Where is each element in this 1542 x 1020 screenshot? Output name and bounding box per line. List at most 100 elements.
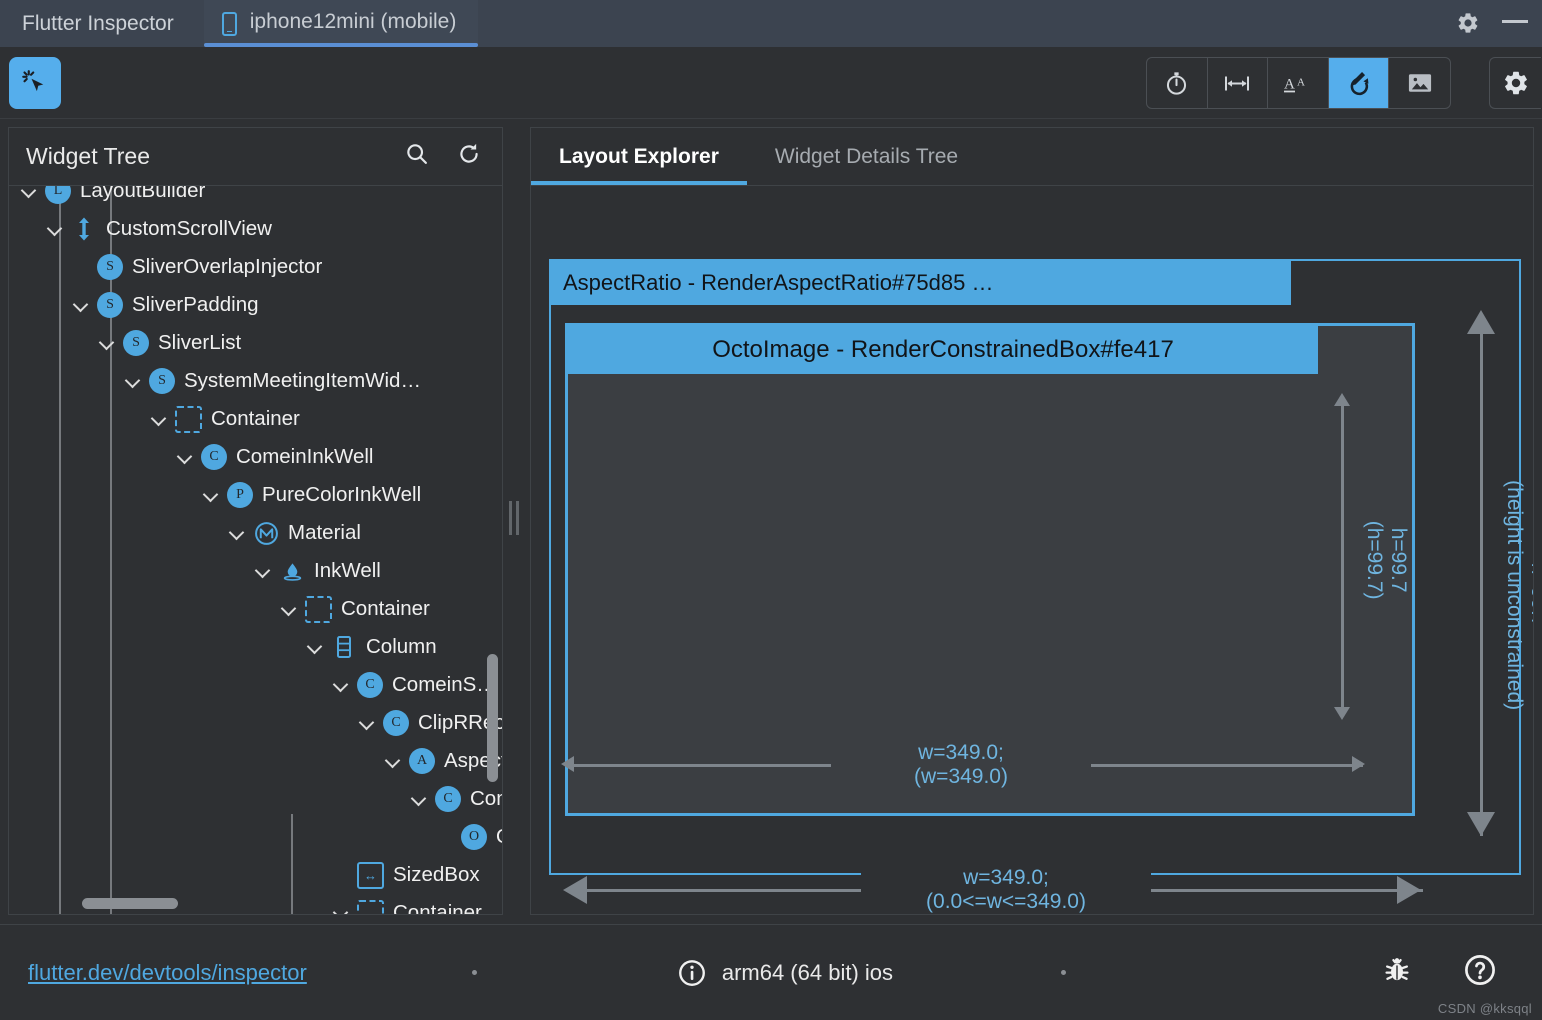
chevron-down-icon[interactable] (333, 676, 351, 694)
tab-layout-explorer[interactable]: Layout Explorer (531, 128, 747, 185)
window-minimize-icon[interactable] (1502, 19, 1528, 23)
tree-row-label: SliverOverlapInjector (132, 255, 323, 278)
window-gear-icon[interactable] (1456, 11, 1480, 35)
tree-row-inkwell[interactable]: InkWell (9, 552, 381, 590)
performance-overlay-button[interactable] (1147, 58, 1208, 108)
chevron-down-icon[interactable] (411, 790, 429, 808)
chevron-down-icon[interactable] (47, 220, 65, 238)
device-info-label: arm64 (64 bit) ios (721, 959, 894, 985)
tree-row-label: SizedBox (393, 863, 480, 886)
status-separator-dot (1061, 970, 1067, 975)
tab-widget-details-tree[interactable]: Widget Details Tree (747, 128, 986, 185)
settings-gear-button[interactable] (1490, 58, 1541, 108)
help-icon[interactable] (1463, 953, 1497, 992)
circle-L-icon: L (45, 186, 71, 204)
tree-row-sliverpadding[interactable]: S SliverPadding (9, 286, 259, 324)
tree-row-container[interactable]: Container (9, 590, 430, 628)
tree-row-comeininkwell[interactable]: C ComeinInkWell (9, 438, 373, 476)
chevron-down-icon[interactable] (255, 562, 273, 580)
phone-icon (221, 11, 237, 36)
tree-row-purecolorinkwell[interactable]: P PureColorInkWell (9, 476, 421, 514)
status-bar: flutter.dev/devtools/inspector arm64 (64… (0, 924, 1542, 1020)
app-title: Flutter Inspector (22, 12, 174, 35)
chevron-down-icon[interactable] (21, 186, 39, 200)
inner-width-label-line2: (w=349.0) (914, 765, 1008, 789)
outer-height-label-line1: h=99.7 (1527, 562, 1533, 628)
chevron-down-icon[interactable] (73, 296, 91, 314)
tree-row-container[interactable]: Container (9, 894, 482, 914)
devtools-docs-link[interactable]: flutter.dev/devtools/inspector (28, 960, 307, 986)
tree-row-sizedbox[interactable]: ↔ SizedBox (9, 856, 480, 894)
device-tab-iphone12mini[interactable]: iphone12mini (mobile) (203, 0, 479, 47)
tree-row-column[interactable]: Column (9, 628, 437, 666)
tree-row-systemmeetingitemwid[interactable]: S SystemMeetingItemWid… (9, 362, 421, 400)
tree-row-octoi[interactable]: O OctoI (9, 818, 502, 856)
repaint-rainbow-button[interactable] (1328, 58, 1390, 108)
chevron-down-icon[interactable] (385, 752, 403, 770)
aspect-ratio-node-title[interactable]: AspectRatio - RenderAspectRatio#75d85 … (551, 261, 1291, 305)
chevron-down-icon[interactable] (177, 448, 195, 466)
chevron-down-icon[interactable] (99, 334, 117, 352)
tree-row-container[interactable]: Container (9, 400, 300, 438)
tree-row-sliveroverlapinjector[interactable]: S SliverOverlapInjector (9, 248, 322, 286)
tree-row-comeins[interactable]: C ComeinS… (9, 666, 497, 704)
widget-tree-body[interactable]: L LayoutBuilder CustomScrollView S SliverOve… (9, 186, 502, 914)
chevron-down-icon[interactable] (307, 638, 325, 656)
material-icon (253, 520, 279, 546)
chevron-down-icon[interactable] (151, 410, 169, 428)
tree-row-spacer (333, 866, 351, 884)
chevron-down-icon[interactable] (333, 904, 351, 914)
tree-row-label: ComeinInkWell (236, 445, 374, 468)
tree-row-cliprrect[interactable]: C ClipRRect (9, 704, 502, 742)
image-placeholder-icon (1408, 74, 1431, 92)
tree-row-label: Comeir (470, 787, 502, 810)
tree-row-material[interactable]: Material (9, 514, 361, 552)
image-placeholder-button[interactable] (1389, 58, 1450, 108)
widget-tree-title: Widget Tree (26, 143, 150, 169)
text-size-icon: A A (1283, 76, 1305, 92)
inner-height-label-line2: (h=99.7) (1363, 520, 1386, 600)
inkwell-droplet-icon (279, 558, 305, 584)
tree-row-layoutbuilder[interactable]: L LayoutBuilder (9, 186, 205, 210)
refresh-icon[interactable] (456, 141, 482, 172)
chevron-down-icon[interactable] (281, 600, 299, 618)
inner-width-label-line1: w=349.0; (918, 741, 1004, 764)
repaint-rainbow-icon (1350, 72, 1369, 96)
baseline-guides-button[interactable] (1208, 58, 1269, 108)
tree-row-comeir[interactable]: C Comeir (9, 780, 502, 818)
octoimage-node-title[interactable]: OctoImage - RenderConstrainedBox#fe417 (568, 326, 1318, 374)
tree-row-label: ComeinS… (392, 673, 497, 696)
circle-C-icon: C (383, 710, 409, 736)
tree-row-customscrollview[interactable]: CustomScrollView (9, 210, 272, 248)
tree-row-sliverlist[interactable]: S SliverList (9, 324, 241, 362)
baseline-guides-icon (1225, 76, 1250, 90)
tree-row-aspectra[interactable]: AAspectRa (9, 742, 502, 780)
inner-height-label-line1: h=99.7 (1387, 527, 1411, 593)
tab-widget-details-tree-label: Widget Details Tree (774, 144, 959, 168)
tree-row-label: SystemMeetingItemWid… (184, 369, 421, 392)
circle-S-icon: S (123, 330, 149, 356)
svg-text:A: A (1284, 76, 1295, 92)
tree-row-label: Container (211, 407, 300, 430)
circle-P-icon: P (227, 482, 253, 508)
search-icon[interactable] (404, 141, 430, 172)
widget-tree-header: Widget Tree (9, 128, 502, 186)
outer-width-arrow-head-right (1397, 876, 1421, 904)
chevron-down-icon[interactable] (229, 524, 247, 542)
text-size-button[interactable]: A A (1268, 58, 1329, 108)
tab-layout-explorer-label: Layout Explorer (559, 144, 719, 168)
circle-O-icon: O (461, 824, 487, 850)
tree-horizontal-scrollbar[interactable] (82, 898, 178, 909)
chevron-down-icon[interactable] (125, 372, 143, 390)
tree-row-spacer (73, 258, 91, 276)
chevron-down-icon[interactable] (359, 714, 377, 732)
tree-row-label: CustomScrollView (106, 217, 272, 240)
chevron-down-icon[interactable] (203, 486, 221, 504)
panel-splitter-handle[interactable] (506, 500, 522, 536)
outer-height-arrow-head-top (1467, 310, 1495, 334)
bug-report-icon[interactable] (1381, 954, 1413, 991)
select-widget-mode-button[interactable] (9, 57, 61, 109)
tree-vertical-scrollbar[interactable] (487, 654, 498, 782)
inner-width-arrow-head-left (561, 756, 574, 772)
circle-S-icon: S (97, 292, 123, 318)
